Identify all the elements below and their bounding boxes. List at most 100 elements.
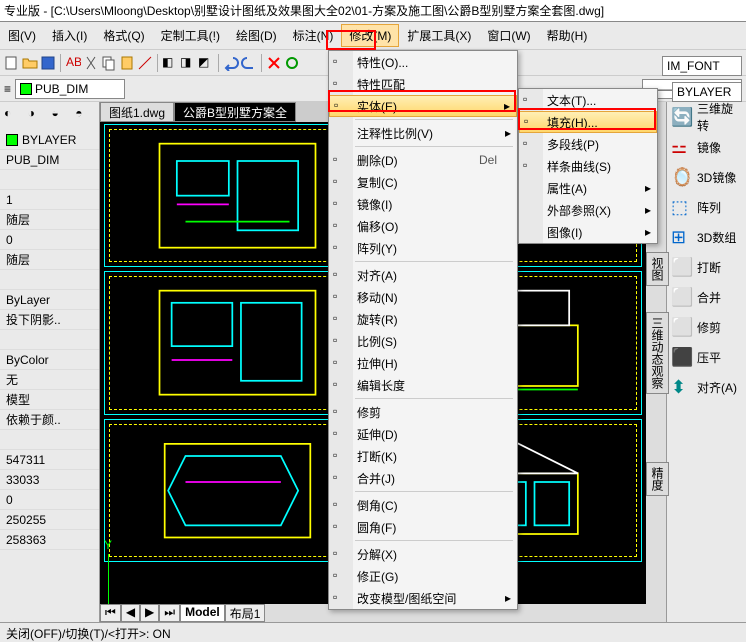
menu-item[interactable]: ▫对齐(A) bbox=[329, 264, 517, 286]
bylayer-right[interactable]: BYLAYER bbox=[672, 82, 742, 102]
modify-tool[interactable]: ⬚阵列 bbox=[667, 192, 746, 222]
menu-item[interactable]: 外部参照(X)▸ bbox=[519, 199, 657, 221]
menu-item[interactable]: ▫特性(O)... bbox=[329, 51, 517, 73]
delete-icon[interactable] bbox=[266, 55, 282, 71]
save-icon[interactable] bbox=[40, 55, 56, 71]
menu-item[interactable]: ▫特性匹配 bbox=[329, 73, 517, 95]
modify-tool[interactable]: ⬛压平 bbox=[667, 342, 746, 372]
tool-icon[interactable]: ◐ bbox=[4, 106, 24, 126]
menu-item[interactable]: ▫实体(E)▸ bbox=[329, 95, 517, 117]
property-row[interactable]: 随层 bbox=[0, 250, 99, 270]
menu-item[interactable]: ▫合并(J) bbox=[329, 467, 517, 489]
property-row[interactable]: PUB_DIM bbox=[0, 150, 99, 170]
menu-item[interactable]: ▫偏移(O) bbox=[329, 215, 517, 237]
property-row[interactable] bbox=[0, 170, 99, 190]
tool-icon[interactable]: ◩ bbox=[198, 55, 214, 71]
vtab[interactable]: 精度 bbox=[646, 462, 669, 496]
menu-item[interactable]: 绘图(D) bbox=[228, 24, 285, 47]
menu-item[interactable]: ▫镜像(I) bbox=[329, 193, 517, 215]
menu-item[interactable]: ▫填充(H)... bbox=[519, 111, 657, 133]
vtab[interactable]: 视图 bbox=[646, 252, 669, 286]
property-row[interactable]: 33033 bbox=[0, 470, 99, 490]
menu-item[interactable]: ▫修剪 bbox=[329, 401, 517, 423]
circle-icon[interactable] bbox=[284, 55, 300, 71]
tool-icon[interactable]: ◨ bbox=[180, 55, 196, 71]
property-row[interactable]: 0 bbox=[0, 490, 99, 510]
menu-item[interactable]: 标注(N) bbox=[285, 24, 342, 47]
tool-icon[interactable]: ◑ bbox=[28, 106, 48, 126]
menu-item[interactable]: ▫打断(K) bbox=[329, 445, 517, 467]
menu-item[interactable]: 帮助(H) bbox=[539, 24, 596, 47]
menu-item[interactable]: 注释性比例(V)▸ bbox=[329, 122, 517, 144]
redo-icon[interactable] bbox=[241, 55, 257, 71]
modify-tool[interactable]: ⊞3D数组 bbox=[667, 222, 746, 252]
menu-item[interactable]: ▫旋转(R) bbox=[329, 308, 517, 330]
match-icon[interactable] bbox=[137, 55, 153, 71]
property-row[interactable]: 模型 bbox=[0, 390, 99, 410]
menu-item[interactable]: 插入(I) bbox=[44, 24, 95, 47]
modify-tool[interactable]: ⬍对齐(A) bbox=[667, 372, 746, 402]
menu-item[interactable]: ▫阵列(Y) bbox=[329, 237, 517, 259]
menu-item[interactable]: 扩展工具(X) bbox=[399, 24, 479, 47]
property-row[interactable]: ByColor bbox=[0, 350, 99, 370]
property-row[interactable]: 投下阴影.. bbox=[0, 310, 99, 330]
property-row[interactable]: BYLAYER bbox=[0, 130, 99, 150]
property-row[interactable]: 0 bbox=[0, 230, 99, 250]
cut-icon[interactable] bbox=[83, 55, 99, 71]
menu-item[interactable]: 窗口(W) bbox=[479, 24, 538, 47]
property-row[interactable]: ByLayer bbox=[0, 290, 99, 310]
menu-item[interactable]: ▫文本(T)... bbox=[519, 89, 657, 111]
menu-item[interactable]: ▫复制(C) bbox=[329, 171, 517, 193]
menu-item[interactable]: ▫多段线(P) bbox=[519, 133, 657, 155]
menu-item[interactable]: ▫延伸(D) bbox=[329, 423, 517, 445]
layer-dropdown[interactable]: PUB_DIM bbox=[15, 79, 125, 99]
modify-tool[interactable]: 🪞3D镜像 bbox=[667, 162, 746, 192]
menu-item[interactable]: 定制工具(!) bbox=[153, 24, 228, 47]
layer-icon[interactable]: ≡ bbox=[4, 82, 11, 96]
menu-item[interactable]: 图(V) bbox=[0, 24, 44, 47]
property-row[interactable]: 547311 bbox=[0, 450, 99, 470]
tool-icon[interactable]: ◒ bbox=[52, 106, 72, 126]
property-row[interactable]: 258363 bbox=[0, 530, 99, 550]
modify-tool[interactable]: ⬜打断 bbox=[667, 252, 746, 282]
menu-item[interactable]: ▫修正(G) bbox=[329, 565, 517, 587]
modify-tool[interactable]: 🔄三维旋转 bbox=[667, 102, 746, 132]
property-row[interactable]: 250255 bbox=[0, 510, 99, 530]
menu-item[interactable]: ▫圆角(F) bbox=[329, 516, 517, 538]
modify-tool[interactable]: ⚍镜像 bbox=[667, 132, 746, 162]
file-tab[interactable]: 图纸1.dwg bbox=[100, 102, 174, 122]
menu-item[interactable]: ▫样条曲线(S) bbox=[519, 155, 657, 177]
property-row[interactable] bbox=[0, 270, 99, 290]
tool-icon[interactable]: ◓ bbox=[75, 106, 95, 126]
property-row[interactable]: 1 bbox=[0, 190, 99, 210]
menu-item[interactable]: ▫删除(D)Del bbox=[329, 149, 517, 171]
menu-item[interactable]: ▫改变模型/图纸空间▸ bbox=[329, 587, 517, 609]
menu-item[interactable]: ▫倒角(C) bbox=[329, 494, 517, 516]
property-row[interactable] bbox=[0, 430, 99, 450]
menu-item[interactable]: ▫移动(N) bbox=[329, 286, 517, 308]
menu-item[interactable]: ▫分解(X) bbox=[329, 543, 517, 565]
font-dropdown[interactable]: IM_FONT bbox=[662, 56, 742, 76]
undo-icon[interactable] bbox=[223, 55, 239, 71]
new-icon[interactable] bbox=[4, 55, 20, 71]
menu-item[interactable]: 属性(A)▸ bbox=[519, 177, 657, 199]
property-row[interactable]: 无 bbox=[0, 370, 99, 390]
property-row[interactable]: 随层 bbox=[0, 210, 99, 230]
vtab[interactable]: 三维动态观察 bbox=[646, 312, 669, 394]
copy-icon[interactable] bbox=[101, 55, 117, 71]
menu-item[interactable]: 修改(M) bbox=[341, 24, 399, 47]
paste-icon[interactable] bbox=[119, 55, 135, 71]
open-icon[interactable] bbox=[22, 55, 38, 71]
menu-item[interactable]: 格式(Q) bbox=[95, 24, 152, 47]
menu-item[interactable]: ▫比例(S) bbox=[329, 330, 517, 352]
property-row[interactable]: 依赖于颜.. bbox=[0, 410, 99, 430]
modify-tool[interactable]: ⬜合并 bbox=[667, 282, 746, 312]
tool-icon[interactable]: ◧ bbox=[162, 55, 178, 71]
menu-item[interactable]: ▫编辑长度 bbox=[329, 374, 517, 396]
modify-tool[interactable]: ⬜修剪 bbox=[667, 312, 746, 342]
property-row[interactable] bbox=[0, 330, 99, 350]
menu-item[interactable]: ▫拉伸(H) bbox=[329, 352, 517, 374]
file-tab-active[interactable]: 公爵B型别墅方案全 bbox=[174, 102, 296, 122]
menu-item[interactable]: 图像(I)▸ bbox=[519, 221, 657, 243]
abc-icon[interactable]: ABC bbox=[65, 55, 81, 71]
